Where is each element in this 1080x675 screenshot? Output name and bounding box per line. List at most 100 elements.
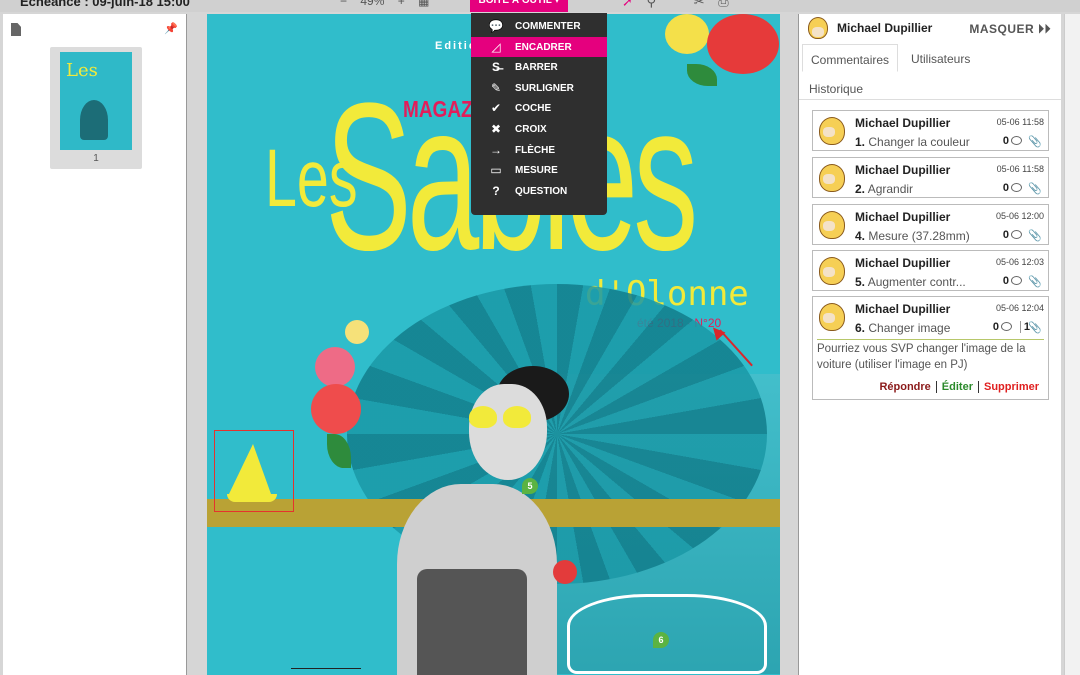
- current-user-name: Michael Dupillier: [837, 21, 933, 35]
- thumbnail-page-number: 1: [93, 153, 99, 164]
- comment-title: 2. Agrandir: [855, 182, 914, 196]
- zoom-value: 49%: [360, 0, 385, 8]
- avatar: [819, 303, 845, 331]
- menu-item-croix[interactable]: ✖ CROIX: [471, 119, 607, 140]
- pin-icon[interactable]: 📌: [164, 22, 178, 35]
- speech-bubble-icon: [1011, 230, 1022, 239]
- menu-item-question[interactable]: ? QUESTION: [471, 181, 607, 202]
- strikethrough-icon: S̶: [491, 60, 500, 75]
- comment-body: Pourriez vous SVP changer l'image de la …: [817, 343, 1026, 371]
- tab-users[interactable]: Utilisateurs: [911, 52, 970, 66]
- flower-decoration: [707, 14, 779, 74]
- divider: [817, 339, 1044, 340]
- toolbox-button[interactable]: BOÎTE À OUTIL ▾: [470, 0, 568, 12]
- comment-card[interactable]: Michael Dupillier 05-06 11:58 1. Changer…: [812, 110, 1049, 151]
- thumbnail-figure: [80, 100, 108, 140]
- comment-title: 1. Changer la couleur: [855, 135, 970, 149]
- comment-date: 05-06 12:03: [995, 257, 1044, 267]
- menu-item-barrer[interactable]: S̶ BARRER: [471, 57, 607, 78]
- reply-count: 0: [1003, 182, 1022, 194]
- menu-item-surligner[interactable]: ✎ SURLIGNER: [471, 78, 607, 99]
- menu-item-encadrer[interactable]: ◿ ENCADRER: [471, 36, 607, 58]
- question-icon: ?: [492, 183, 500, 198]
- edit-button[interactable]: Éditer: [936, 381, 979, 393]
- comment-card[interactable]: Michael Dupillier 05-06 12:03 5. Augment…: [812, 250, 1049, 291]
- flower-decoration: [665, 14, 709, 54]
- comment-title: 6. Changer image: [855, 321, 951, 335]
- avatar: [819, 164, 845, 192]
- highlighter-icon: ✎: [490, 80, 502, 95]
- comment-date: 05-06 11:58: [996, 164, 1044, 174]
- thumbnail-panel-header: 📌: [3, 14, 186, 46]
- measure-annotation[interactable]: [291, 668, 361, 669]
- speech-bubble-icon: [1011, 183, 1022, 192]
- thumbnail-panel: 📌 Les 1: [3, 14, 187, 675]
- comment-date: 05-06 11:58: [996, 117, 1044, 127]
- scrollbar[interactable]: [1064, 14, 1080, 675]
- hide-panel-button[interactable]: MASQUER ⏵⏵: [969, 22, 1051, 37]
- menu-item-mesure[interactable]: ▭ MESURE: [471, 160, 607, 181]
- grid-view-icon[interactable]: ▦: [418, 0, 429, 8]
- comments-panel: Michael Dupillier MASQUER ⏵⏵ Commentaire…: [798, 14, 1061, 675]
- tab-comments[interactable]: Commentaires: [802, 44, 898, 72]
- top-toolbar: Echéance : 09-juin-18 15:00 − 49% + ▦ BO…: [0, 0, 1080, 12]
- comment-pin-5[interactable]: 5: [522, 478, 538, 494]
- flower-decoration: [345, 320, 369, 344]
- avatar: [819, 211, 845, 239]
- sunglasses: [503, 406, 531, 428]
- tab-history[interactable]: Historique: [809, 82, 863, 96]
- reply-button[interactable]: Répondre: [874, 381, 937, 393]
- sunglasses: [469, 406, 497, 428]
- comment-pin-6[interactable]: 6: [653, 632, 669, 648]
- comment-author: Michael Dupillier: [855, 210, 951, 224]
- frame-icon: ◿: [491, 39, 501, 54]
- thumbnail-image: Les: [60, 52, 132, 150]
- comment-card[interactable]: Michael Dupillier 05-06 12:00 4. Mesure …: [812, 204, 1049, 245]
- zoom-out-button[interactable]: −: [340, 0, 347, 8]
- page-thumbnail[interactable]: Les 1: [50, 47, 142, 169]
- avatar: [819, 257, 845, 285]
- thumbnail-title: Les: [66, 60, 98, 81]
- speech-bubble-icon: [1001, 322, 1012, 331]
- delete-button[interactable]: Supprimer: [979, 381, 1044, 393]
- reply-count: 0: [1003, 135, 1022, 147]
- comment-card[interactable]: Michael Dupillier 05-06 12:04 6. Changer…: [812, 296, 1049, 400]
- comment-actions: Répondre Éditer Supprimer: [874, 381, 1044, 393]
- menu-item-commenter[interactable]: 💬 COMMENTER: [471, 16, 607, 37]
- frame-annotation[interactable]: [214, 430, 294, 512]
- comment-card[interactable]: Michael Dupillier 05-06 11:58 2. Agrandi…: [812, 157, 1049, 198]
- paperclip-icon[interactable]: 📎: [1028, 275, 1042, 288]
- arrow-icon: →: [490, 142, 502, 157]
- zoom-controls: − 49% + ▦: [340, 0, 439, 8]
- woman-head: [469, 384, 547, 480]
- search-icon[interactable]: ⚲: [647, 0, 657, 9]
- comment-title: 5. Augmenter contr...: [855, 275, 966, 289]
- paperclip-icon[interactable]: 📎: [1028, 182, 1042, 195]
- menu-item-fleche[interactable]: → FLÈCHE: [471, 140, 607, 161]
- cursor-icon[interactable]: ➚: [622, 0, 633, 9]
- reply-count: 0: [1003, 229, 1022, 241]
- zoom-in-button[interactable]: +: [398, 0, 405, 8]
- speech-bubble-icon: [1011, 276, 1022, 285]
- checkmark-icon: ✔: [490, 101, 502, 116]
- comment-title: 4. Mesure (37.28mm): [855, 229, 970, 243]
- paperclip-icon[interactable]: 📎: [1028, 229, 1042, 242]
- paperclip-icon[interactable]: 📎: [1028, 321, 1042, 334]
- print-icon[interactable]: ⎙: [718, 0, 728, 9]
- speech-bubble-icon: 💬: [488, 19, 504, 33]
- menu-item-coche[interactable]: ✔ COCHE: [471, 98, 607, 119]
- tools-icon[interactable]: ✂: [694, 0, 705, 9]
- avatar: [819, 117, 845, 145]
- magazine-title-les: Les: [265, 133, 358, 224]
- avatar: [808, 17, 828, 39]
- paperclip-icon[interactable]: 📎: [1028, 135, 1042, 148]
- reply-count: 0: [993, 321, 1012, 333]
- comment-date: 05-06 12:00: [995, 211, 1044, 221]
- comment-author: Michael Dupillier: [855, 302, 951, 316]
- toolbox-menu: 💬 COMMENTER ◿ ENCADRER S̶ BARRER ✎ SURLIGNER…: [471, 13, 607, 215]
- comment-author: Michael Dupillier: [855, 163, 951, 177]
- comment-author: Michael Dupillier: [855, 256, 951, 270]
- flower-decoration: [553, 560, 577, 584]
- top-icons: ➚ ⚲ ✂ ⎙: [622, 0, 739, 10]
- ruler-icon: ▭: [490, 163, 502, 178]
